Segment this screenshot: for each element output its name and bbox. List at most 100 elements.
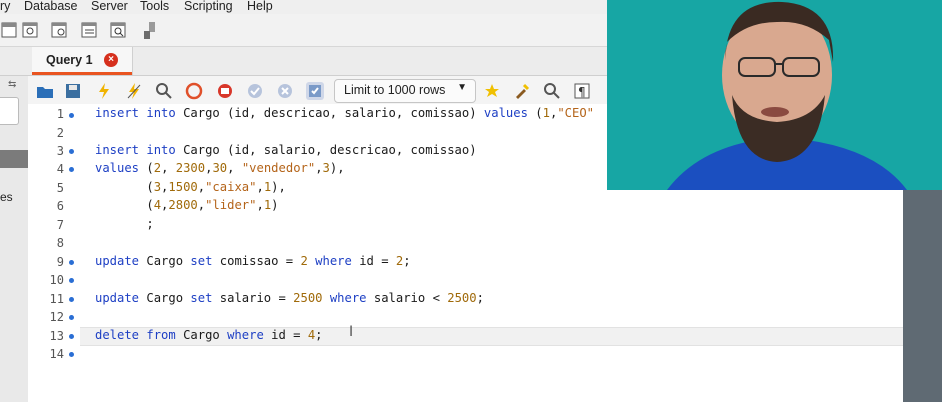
code-token: ; [403,254,411,268]
code-token: ; [95,217,154,231]
menu-item-database[interactable]: Database [24,0,78,13]
code-token: 2500 [293,291,323,305]
code-token: ) [271,198,279,212]
code-token: set [190,291,220,305]
code-token: , [315,161,323,175]
line-number: 4 [56,162,64,176]
save-icon[interactable] [64,82,82,100]
svg-text:¶: ¶ [578,85,586,99]
code-token: , [227,161,242,175]
code-token: , [256,180,264,194]
line-number: 14 [49,347,64,361]
schema-icon[interactable] [20,19,42,41]
code-token: 2300 [175,161,206,175]
commit-icon[interactable] [246,82,264,100]
limit-rows-select[interactable]: Limit to 1000 rows ▼ [334,79,476,103]
code-token: Cargo (id, salario, descricao, comissao) [183,143,477,157]
line-number: 1 [56,107,64,121]
stop-icon[interactable] [185,82,203,100]
menu-item-query[interactable]: ry [0,0,10,13]
rollback-icon[interactable] [276,82,294,100]
code-token: insert into [95,143,184,157]
execute-icon[interactable] [95,82,113,100]
code-token: ( [146,161,154,175]
favorite-icon[interactable] [483,82,501,100]
search-table-icon[interactable] [108,19,130,41]
code-token: values [483,106,536,120]
tab-query-1[interactable]: Query 1 × [32,47,133,75]
statement-marker [69,113,74,118]
menu-item-server[interactable]: Server [91,0,128,13]
text-cursor-icon: I [349,324,354,340]
code-token: delete from [95,328,184,342]
line-number: 11 [49,292,64,306]
code-token: 2800 [168,198,198,212]
code-token: id = [271,328,308,342]
code-token: salario < [373,291,448,305]
code-token: insert into [95,106,184,120]
navigator-panel: ▸ ⇆ es [0,47,29,402]
toggle-autocommit-icon[interactable] [216,82,234,100]
line-number: 2 [56,126,64,140]
view-icon[interactable] [79,19,101,41]
code-line-3: insert into Cargo (id, salario, descrica… [95,143,477,157]
code-line-13: delete from Cargo where id = 4; [95,328,323,342]
reconnect-icon[interactable] [139,19,161,41]
code-token: 30 [212,161,228,175]
statement-marker [69,149,74,154]
new-query-tab-icon[interactable] [0,19,22,41]
code-token: comissao = [219,254,301,268]
invisibles-icon[interactable]: ¶ [573,82,591,100]
code-token: values [95,161,147,175]
code-token: 1500 [168,180,198,194]
code-line-5: (3,1500,"caixa",1), [95,180,286,194]
statement-marker [69,315,74,320]
beautify-icon[interactable] [513,82,531,100]
code-token: update [95,254,147,268]
code-token: , [197,198,206,212]
line-number: 13 [49,329,64,343]
code-token: ( [95,180,154,194]
find-icon[interactable] [543,82,561,100]
line-number: 9 [56,255,64,269]
navigator-selected-item[interactable] [0,150,28,168]
line-number: 5 [56,181,64,195]
menu-item-tools[interactable]: Tools [140,0,169,13]
explain-icon[interactable] [155,82,173,100]
code-line-4: values (2, 2300,30, "vendedor",3), [95,161,345,175]
chevron-down-icon: ▼ [457,82,467,93]
statement-marker [69,297,74,302]
line-number: 3 [56,144,64,158]
code-token: Cargo (id, descricao, salario, comissao) [183,106,484,120]
navigator-partial-label: es [0,190,13,204]
active-tab-indicator [32,72,132,75]
execute-current-icon[interactable] [125,82,143,100]
code-token: 1 [542,106,550,120]
code-token: "vendedor" [241,161,316,175]
navigator-sync-icon[interactable]: ⇆ [8,79,16,90]
code-token: id = [359,254,396,268]
statement-marker [69,352,74,357]
table-icon[interactable] [49,19,71,41]
folder-icon[interactable] [36,82,54,100]
code-token: 2 [300,254,308,268]
code-token: salario = [219,291,294,305]
navigator-filter-input[interactable] [0,97,19,125]
statement-marker [69,260,74,265]
code-token: "caixa" [205,180,257,194]
code-token: 2500 [447,291,477,305]
webcam-overlay [607,0,942,190]
toggle-icon[interactable] [306,82,324,100]
code-token: ), [271,180,286,194]
code-token: ; [315,328,323,342]
code-token: 3 [322,161,330,175]
close-tab-icon[interactable]: × [104,53,118,67]
code-line-11: update Cargo set salario = 2500 where sa… [95,291,484,305]
menu-item-help[interactable]: Help [247,0,273,13]
code-token: update [95,291,147,305]
menu-item-scripting[interactable]: Scripting [184,0,233,13]
code-line-7: ; [95,217,154,231]
code-token: 4 [153,198,162,212]
statement-marker [69,334,74,339]
code-token: Cargo [146,254,191,268]
